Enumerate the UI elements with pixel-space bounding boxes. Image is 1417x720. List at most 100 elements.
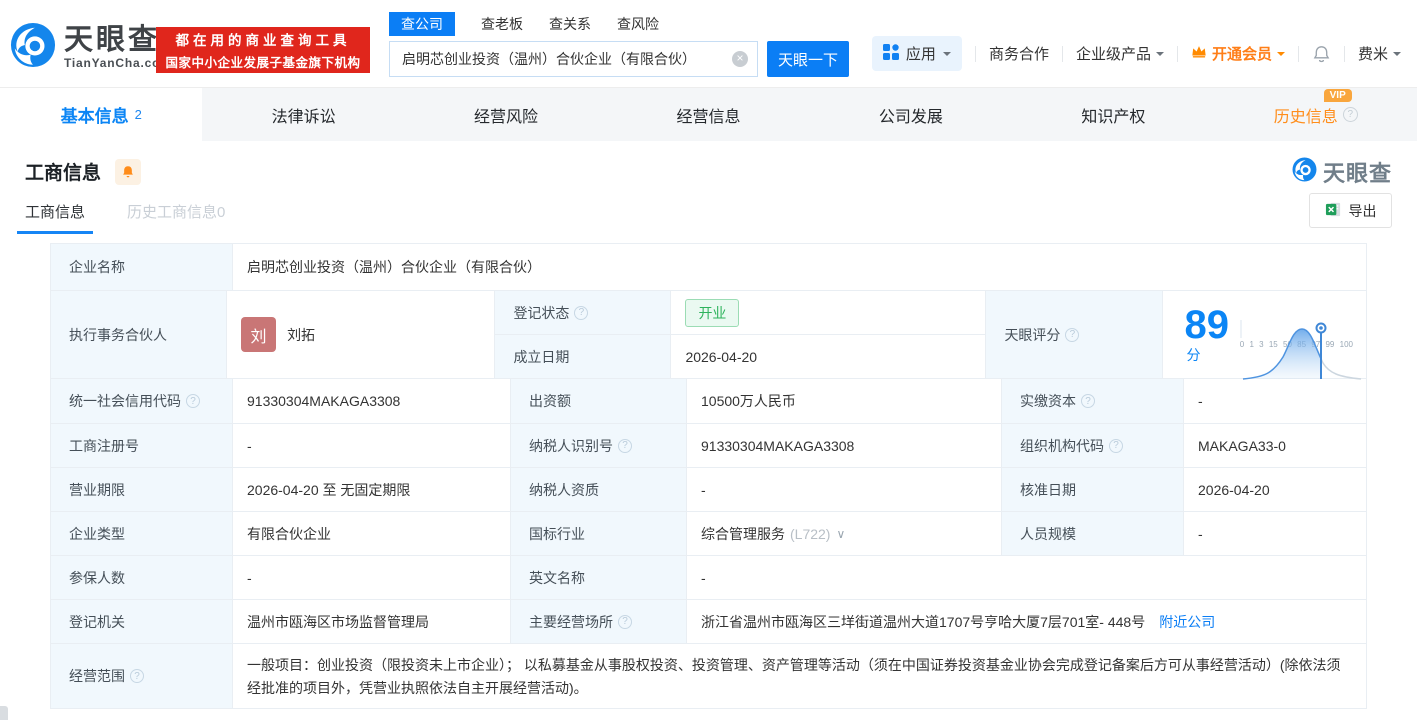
- tab-company-development[interactable]: 公司发展: [810, 88, 1012, 141]
- help-icon[interactable]: [618, 615, 632, 629]
- notification-bell-icon[interactable]: [1312, 44, 1331, 63]
- tab-operation-info[interactable]: 经营信息: [607, 88, 809, 141]
- field-label: 参保人数: [51, 556, 233, 600]
- floating-toolbar-edge[interactable]: [0, 706, 8, 720]
- top-menu: 应用 商务合作 企业级产品 开通会员: [872, 36, 1401, 71]
- vip-badge: VIP: [1324, 89, 1352, 102]
- search-tab-risk[interactable]: 查风险: [617, 12, 659, 36]
- apps-grid-icon: [883, 44, 899, 64]
- search-tab-relation[interactable]: 查关系: [549, 12, 591, 36]
- business-info-table: 企业名称 启明芯创业投资（温州）合伙企业（有限合伙） 执行事务合伙人 刘 刘拓 …: [50, 243, 1367, 709]
- excel-icon: [1325, 201, 1342, 221]
- main-premises-cell: 浙江省温州市瓯海区三垟街道温州大道1707号亨哈大厦7层701室- 448号 附…: [687, 600, 1367, 644]
- paid-in-capital-value: -: [1184, 379, 1367, 424]
- banner-line-2: 国家中小企业发展子基金旗下机构: [165, 52, 360, 71]
- apps-label: 应用: [906, 43, 936, 64]
- user-account-menu[interactable]: 费米: [1358, 43, 1401, 64]
- subscribe-bell-button[interactable]: [115, 159, 141, 185]
- tab-history-info[interactable]: 历史信息 VIP: [1215, 88, 1417, 141]
- field-label: 工商注册号: [51, 424, 233, 468]
- field-label: 核准日期: [1002, 468, 1184, 512]
- export-button[interactable]: 导出: [1309, 193, 1392, 228]
- search-button[interactable]: 天眼一下: [767, 41, 849, 77]
- credit-code-value: 91330304MAKAGA3308: [233, 379, 511, 424]
- tab-basic-info[interactable]: 基本信息 2: [0, 88, 202, 141]
- field-label: 组织机构代码: [1002, 424, 1184, 468]
- open-vip-button[interactable]: 开通会员: [1191, 43, 1285, 64]
- score-distribution-chart: 0131550859799100: [1240, 321, 1353, 349]
- tianyancha-watermark-icon: [1292, 157, 1317, 187]
- table-row: 工商注册号 - 纳税人识别号 91330304MAKAGA3308 组织机构代码…: [51, 424, 1367, 468]
- field-label: 成立日期: [495, 335, 671, 379]
- promo-banner: 都在用的商业查询工具 国家中小企业发展子基金旗下机构: [156, 27, 370, 73]
- score-value: 89: [1185, 303, 1230, 347]
- help-icon[interactable]: [130, 669, 144, 683]
- help-icon[interactable]: [1081, 394, 1095, 408]
- help-icon[interactable]: [1343, 107, 1358, 122]
- tianyancha-logo-icon: [10, 22, 56, 73]
- field-label: 企业名称: [51, 244, 233, 291]
- field-label: 主要经营场所: [511, 600, 687, 644]
- business-info-section: 工商信息 天眼查 工商信息 历史工商信息0: [0, 141, 1417, 709]
- taxpayer-id-value: 91330304MAKAGA3308: [687, 424, 1002, 468]
- table-row: 营业期限 2026-04-20 至 无固定期限 纳税人资质 - 核准日期 202…: [51, 468, 1367, 512]
- approval-date-value: 2026-04-20: [1184, 468, 1367, 512]
- subtab-history-business-info[interactable]: 历史工商信息0: [127, 201, 225, 234]
- help-icon[interactable]: [186, 394, 200, 408]
- field-label: 英文名称: [511, 556, 687, 600]
- field-label: 国标行业: [511, 512, 687, 556]
- insured-count-value: -: [233, 556, 511, 600]
- search-area: 查公司 查老板 查关系 查风险 × 天眼一下: [389, 12, 849, 77]
- chevron-down-icon[interactable]: ∨: [836, 527, 845, 541]
- tab-legal-litigation[interactable]: 法律诉讼: [202, 88, 404, 141]
- reg-authority-value: 温州市瓯海区市场监督管理局: [233, 600, 511, 644]
- help-icon[interactable]: [1065, 328, 1079, 342]
- industry-code: (L722): [790, 526, 830, 542]
- search-input[interactable]: [389, 41, 758, 77]
- help-icon[interactable]: [618, 439, 632, 453]
- field-label: 登记机关: [51, 600, 233, 644]
- field-label: 执行事务合伙人: [51, 291, 227, 379]
- field-label: 纳税人资质: [511, 468, 687, 512]
- subtab-business-info[interactable]: 工商信息: [25, 201, 85, 234]
- menu-enterprise-product[interactable]: 企业级产品: [1076, 43, 1164, 64]
- table-row: 登记机关 温州市瓯海区市场监督管理局 主要经营场所 浙江省温州市瓯海区三垟街道温…: [51, 600, 1367, 644]
- help-icon[interactable]: [1109, 439, 1123, 453]
- tab-operation-risk[interactable]: 经营风险: [405, 88, 607, 141]
- field-label: 经营范围: [51, 644, 233, 709]
- org-code-value: MAKAGA33-0: [1184, 424, 1367, 468]
- company-name-value: 启明芯创业投资（温州）合伙企业（有限合伙）: [233, 244, 1367, 291]
- main-premises-value: 浙江省温州市瓯海区三垟街道温州大道1707号亨哈大厦7层701室- 448号: [701, 612, 1145, 632]
- reg-number-value: -: [233, 424, 511, 468]
- table-row: 执行事务合伙人 刘 刘拓 登记状态 开业 成立日期 2026-04-20: [51, 291, 1367, 379]
- search-tab-boss[interactable]: 查老板: [481, 12, 523, 36]
- help-icon[interactable]: [574, 306, 588, 320]
- chevron-down-icon: [1277, 52, 1285, 60]
- tianyancha-watermark: 天眼查: [1292, 156, 1392, 188]
- industry-cell: 综合管理服务 (L722) ∨: [687, 512, 1002, 556]
- menu-cooperation[interactable]: 商务合作: [989, 43, 1049, 64]
- taxpayer-quals-value: -: [687, 468, 1002, 512]
- basic-info-count: 2: [135, 107, 142, 122]
- status-badge: 开业: [685, 299, 739, 327]
- field-label: 统一社会信用代码: [51, 379, 233, 424]
- staff-size-value: -: [1184, 512, 1367, 556]
- tab-intellectual-property[interactable]: 知识产权: [1012, 88, 1214, 141]
- clear-search-icon[interactable]: ×: [732, 51, 748, 67]
- tianyancha-logo[interactable]: 天眼查 TianYanCha.com: [10, 22, 172, 73]
- section-title: 工商信息: [25, 158, 101, 185]
- table-row: 统一社会信用代码 91330304MAKAGA3308 出资额 10500万人民…: [51, 379, 1367, 424]
- partner-name-link[interactable]: 刘拓: [287, 325, 315, 345]
- partner-avatar[interactable]: 刘: [241, 317, 276, 352]
- table-row: 企业类型 有限合伙企业 国标行业 综合管理服务 (L722) ∨ 人员规模 -: [51, 512, 1367, 556]
- nearby-companies-link[interactable]: 附近公司: [1159, 612, 1215, 632]
- company-nav-tabbar: 基本信息 2 法律诉讼 经营风险 经营信息 公司发展 知识产权 历史信息 VIP: [0, 88, 1417, 141]
- field-label: 天眼评分: [986, 291, 1162, 379]
- industry-value: 综合管理服务: [701, 524, 785, 544]
- apps-menu[interactable]: 应用: [872, 36, 962, 71]
- contribution-value: 10500万人民币: [687, 379, 1002, 424]
- business-scope-value: 一般项目：创业投资（限投资未上市企业）； 以私募基金从事股权投资、投资管理、资产…: [233, 644, 1367, 709]
- crown-icon: [1191, 45, 1207, 62]
- banner-line-1: 都在用的商业查询工具: [176, 29, 351, 49]
- search-tab-company[interactable]: 查公司: [389, 12, 455, 36]
